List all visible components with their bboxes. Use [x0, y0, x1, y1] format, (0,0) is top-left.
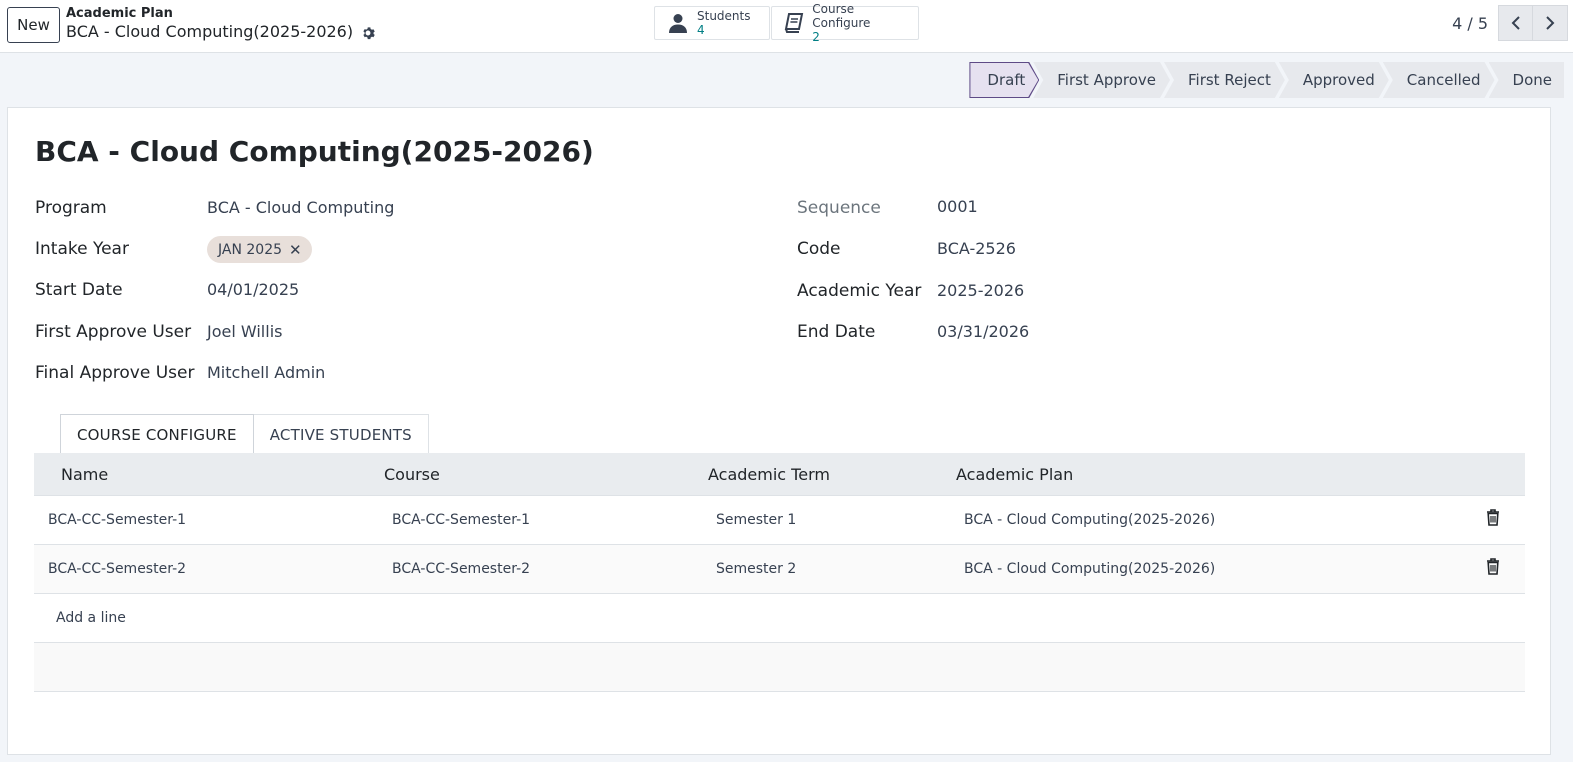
cell-course[interactable]: BCA-CC-Semester-1: [392, 512, 530, 528]
stage-label: Done: [1512, 71, 1552, 89]
program-label: Program: [35, 198, 107, 218]
intake-year-label: Intake Year: [35, 239, 129, 259]
stage-approved[interactable]: Approved: [1279, 62, 1389, 98]
cell-course[interactable]: BCA-CC-Semester-2: [392, 561, 530, 577]
code-label: Code: [797, 239, 841, 259]
stage-done[interactable]: Done: [1488, 62, 1564, 98]
add-line-link[interactable]: Add a line: [56, 610, 126, 626]
pager-next-button[interactable]: [1533, 5, 1568, 41]
column-academic-term[interactable]: Academic Term: [708, 465, 830, 484]
chevron-left-icon: [1511, 16, 1520, 30]
breadcrumb-parent[interactable]: Academic Plan: [66, 6, 173, 21]
cell-academic-plan[interactable]: BCA - Cloud Computing(2025-2026): [964, 561, 1215, 577]
table-row[interactable]: BCA-CC-Semester-1 BCA-CC-Semester-1 Seme…: [34, 496, 1525, 545]
first-approve-user-field[interactable]: Joel Willis: [207, 322, 282, 341]
empty-row: [34, 643, 1525, 692]
stage-cancelled[interactable]: Cancelled: [1383, 62, 1495, 98]
code-field[interactable]: BCA-2526: [937, 239, 1016, 258]
cell-academic-plan[interactable]: BCA - Cloud Computing(2025-2026): [964, 512, 1215, 528]
column-name[interactable]: Name: [61, 465, 108, 484]
stage-label: First Approve: [1057, 71, 1156, 89]
record-title[interactable]: BCA - Cloud Computing(2025-2026): [35, 135, 594, 168]
cell-name[interactable]: BCA-CC-Semester-2: [48, 561, 186, 577]
book-icon: [784, 12, 804, 34]
new-button[interactable]: New: [7, 7, 60, 43]
stage-label: Approved: [1302, 71, 1375, 89]
start-date-label: Start Date: [35, 280, 123, 300]
trash-icon[interactable]: [1486, 509, 1500, 526]
close-icon[interactable]: ✕: [289, 241, 302, 259]
pager: 4 / 5: [1452, 5, 1568, 41]
course-configure-smart-button[interactable]: Course Configure 2: [771, 2, 919, 44]
students-smart-button[interactable]: Students 4: [654, 6, 770, 40]
start-date-field[interactable]: 04/01/2025: [207, 280, 299, 299]
control-panel: New Academic Plan BCA - Cloud Computing(…: [0, 0, 1573, 53]
first-approve-user-label: First Approve User: [35, 322, 192, 342]
smart-buttons: Students 4 Course Configure 2: [654, 2, 920, 44]
course-configure-label: Course Configure: [812, 2, 871, 30]
cell-academic-term[interactable]: Semester 1: [716, 512, 796, 528]
form-sheet: BCA - Cloud Computing(2025-2026) Program…: [7, 107, 1551, 755]
add-line-row: Add a line: [34, 594, 1525, 643]
tab-active-students[interactable]: ACTIVE STUDENTS: [253, 414, 429, 454]
column-course[interactable]: Course: [384, 465, 440, 484]
chevron-right-icon: [1546, 16, 1555, 30]
stage-draft[interactable]: Draft: [969, 62, 1039, 98]
notebook-tabs: COURSE CONFIGURE ACTIVE STUDENTS: [60, 414, 429, 454]
intake-year-tag: JAN 2025 ✕: [207, 236, 312, 263]
stage-first-reject[interactable]: First Reject: [1164, 62, 1285, 98]
statusbar: Draft First Approve First Reject Approve…: [969, 62, 1564, 98]
list-header: Name Course Academic Term Academic Plan: [34, 453, 1525, 496]
end-date-field[interactable]: 03/31/2026: [937, 322, 1029, 341]
gear-icon[interactable]: [361, 25, 375, 39]
tab-course-configure[interactable]: COURSE CONFIGURE: [60, 414, 254, 454]
breadcrumb-current: BCA - Cloud Computing(2025-2026): [66, 22, 375, 41]
stage-first-approve[interactable]: First Approve: [1033, 62, 1170, 98]
pager-previous-button[interactable]: [1498, 5, 1533, 41]
stage-label: Draft: [987, 71, 1026, 89]
cell-name[interactable]: BCA-CC-Semester-1: [48, 512, 186, 528]
stage-label: First Reject: [1188, 71, 1271, 89]
course-configure-list: Name Course Academic Term Academic Plan …: [34, 453, 1525, 692]
course-configure-count: 2: [812, 30, 820, 44]
intake-year-tag-label: JAN 2025: [218, 241, 283, 258]
column-academic-plan[interactable]: Academic Plan: [956, 465, 1073, 484]
end-date-label: End Date: [797, 322, 876, 342]
trash-icon[interactable]: [1486, 558, 1500, 575]
stage-label: Cancelled: [1406, 71, 1481, 89]
academic-year-label: Academic Year: [797, 281, 922, 301]
breadcrumb-current-label: BCA - Cloud Computing(2025-2026): [66, 22, 354, 41]
sequence-label: Sequence: [797, 198, 881, 218]
cell-academic-term[interactable]: Semester 2: [716, 561, 796, 577]
sequence-field: 0001: [937, 197, 978, 216]
final-approve-user-label: Final Approve User: [35, 363, 195, 383]
pager-value[interactable]: 4 / 5: [1452, 14, 1488, 33]
students-count: 4: [697, 23, 705, 37]
program-field[interactable]: BCA - Cloud Computing: [207, 198, 394, 217]
user-icon: [667, 12, 689, 34]
final-approve-user-field[interactable]: Mitchell Admin: [207, 363, 325, 382]
academic-year-field[interactable]: 2025-2026: [937, 281, 1024, 300]
table-row[interactable]: BCA-CC-Semester-2 BCA-CC-Semester-2 Seme…: [34, 545, 1525, 594]
students-label: Students: [697, 9, 751, 23]
